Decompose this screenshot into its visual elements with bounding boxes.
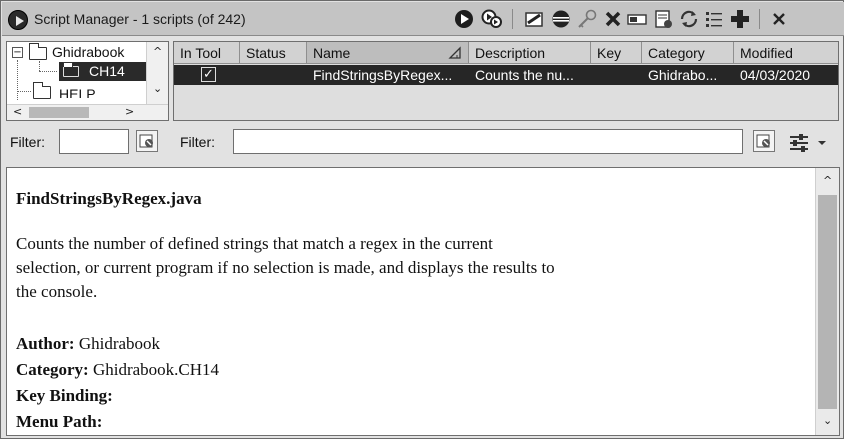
tree-horizontal-scrollbar[interactable]: < > — [7, 104, 168, 120]
help-icon[interactable] — [728, 6, 752, 32]
cell-name: FindStringsByRegex... — [313, 67, 453, 83]
scroll-left-icon[interactable]: < — [13, 105, 22, 118]
col-name[interactable]: Name — [307, 42, 469, 64]
table-filter-options-button[interactable] — [753, 130, 775, 152]
in-tool-checkbox[interactable]: ✓ — [174, 65, 240, 85]
key-binding-label: Key Binding: — [16, 386, 113, 405]
script-filename: FindStringsByRegex.java — [16, 189, 202, 208]
col-key[interactable]: Key — [591, 42, 642, 64]
filter-options-icon — [756, 134, 770, 148]
edit-script-icon[interactable] — [522, 6, 546, 32]
scroll-up-icon[interactable]: ^ — [153, 45, 162, 58]
col-category[interactable]: Category — [642, 42, 734, 64]
tree-filter-options-button[interactable] — [136, 130, 158, 152]
folder-icon — [62, 62, 79, 77]
script-description: Counts the number of defined strings tha… — [16, 234, 555, 301]
description-scrollbar[interactable]: ^ ⌄ — [815, 168, 839, 435]
author-value: Ghidrabook — [78, 334, 161, 353]
tree-item-selected[interactable]: CH14 — [59, 62, 147, 81]
scroll-thumb[interactable] — [818, 195, 837, 409]
cell-category: Ghidrabo... — [648, 67, 718, 83]
table-filter-input[interactable] — [233, 129, 743, 154]
rename-icon[interactable] — [625, 6, 649, 32]
close-icon[interactable] — [767, 6, 791, 32]
category-label: Category: — [16, 360, 89, 379]
checkbox-mark: ✓ — [201, 67, 216, 82]
script-description-panel: FindStringsByRegex.java Counts the numbe… — [6, 167, 840, 436]
author-line: Author: Ghidrabook — [16, 334, 160, 354]
scroll-down-icon[interactable]: ⌄ — [823, 414, 832, 427]
eclipse-icon[interactable] — [549, 6, 573, 32]
collapse-icon[interactable]: − — [12, 47, 23, 58]
folder-icon — [28, 43, 47, 60]
menu-path-line: Menu Path: — [16, 412, 102, 432]
title-bar: Script Manager - 1 scripts (of 242) — [2, 2, 844, 36]
run-last-icon[interactable] — [480, 6, 504, 32]
col-name-label: Name — [313, 45, 351, 61]
scroll-right-icon[interactable]: > — [125, 105, 134, 118]
window-title: Script Manager - 1 scripts (of 242) — [34, 11, 246, 27]
scroll-down-icon[interactable]: ⌄ — [153, 82, 162, 95]
col-description[interactable]: Description — [469, 42, 591, 64]
tree-filter-label: Filter: — [10, 134, 45, 150]
category-value: Ghidrabook.CH14 — [92, 360, 220, 379]
filter-options-icon — [139, 134, 153, 148]
script-table[interactable]: In Tool Status Name Description Key Cate… — [173, 41, 839, 121]
folder-icon — [32, 82, 51, 99]
scroll-thumb[interactable] — [29, 107, 89, 118]
key-binding-icon[interactable] — [575, 6, 599, 32]
column-filter-icon — [790, 134, 826, 152]
author-label: Author: — [16, 334, 75, 353]
tree-item-ghidrabook[interactable]: Ghidrabook — [52, 42, 124, 62]
column-filter-button[interactable] — [787, 130, 827, 154]
cell-status — [240, 65, 307, 85]
table-row[interactable]: ✓ FindStringsByRegex... Counts the nu...… — [174, 65, 838, 85]
menu-path-label: Menu Path: — [16, 412, 103, 431]
tree-item-help[interactable]: HELP — [59, 84, 96, 98]
cell-modified: 04/03/2020 — [740, 67, 811, 83]
toolbar — [450, 6, 842, 32]
category-tree[interactable]: − Ghidrabook CH14 HELP ^ ⌄ < > — [6, 41, 169, 121]
cell-description: Counts the nu... — [475, 67, 574, 83]
table-header: In Tool Status Name Description Key Cate… — [174, 42, 838, 64]
key-binding-line: Key Binding: — [16, 386, 113, 406]
new-script-icon[interactable] — [651, 6, 675, 32]
script-manager-icon — [8, 10, 28, 30]
tree-item-ch14: CH14 — [89, 63, 125, 79]
col-in-tool[interactable]: In Tool — [174, 42, 240, 64]
script-dirs-icon[interactable] — [702, 6, 726, 32]
tree-filter-input[interactable] — [59, 129, 129, 154]
table-filter-label: Filter: — [180, 134, 215, 150]
col-status[interactable]: Status — [240, 42, 307, 64]
scroll-up-icon[interactable]: ^ — [823, 174, 832, 187]
cell-key — [591, 65, 642, 85]
sort-icon — [448, 46, 461, 59]
tree-vertical-scrollbar[interactable]: ^ ⌄ — [146, 42, 168, 105]
category-line: Category: Ghidrabook.CH14 — [16, 360, 219, 380]
delete-icon[interactable] — [601, 6, 625, 32]
run-script-icon[interactable] — [452, 6, 476, 32]
refresh-icon[interactable] — [677, 6, 701, 32]
script-manager-window: Script Manager - 1 scripts (of 242) − Gh… — [0, 0, 844, 439]
col-modified[interactable]: Modified — [734, 42, 838, 64]
